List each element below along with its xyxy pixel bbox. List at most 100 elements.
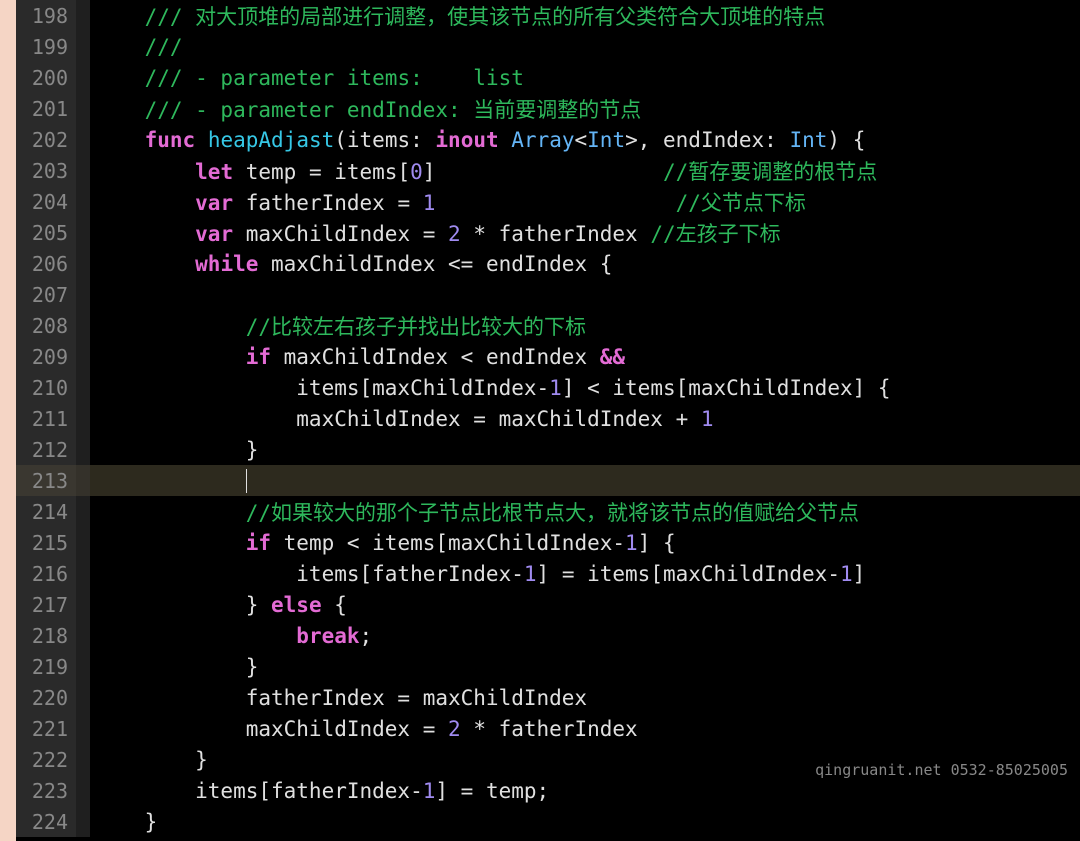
line-content[interactable]: if maxChildIndex < endIndex && <box>90 345 625 369</box>
line-number: 216 <box>16 558 76 589</box>
line-number: 222 <box>16 744 76 775</box>
line-content[interactable]: //如果较大的那个子节点比根节点大，就将该节点的值赋给父节点 <box>90 497 859 527</box>
line-content[interactable]: items[maxChildIndex-1] < items[maxChildI… <box>90 376 891 400</box>
fold-gutter[interactable] <box>76 682 90 713</box>
line-content[interactable]: } <box>90 810 157 834</box>
code-line[interactable]: 204 var fatherIndex = 1 //父节点下标 <box>16 186 1080 217</box>
code-token <box>94 315 246 339</box>
fold-gutter[interactable] <box>76 341 90 372</box>
line-content[interactable]: /// - parameter endIndex: 当前要调整的节点 <box>90 94 641 124</box>
code-area[interactable]: 198 /// 对大顶堆的局部进行调整，使其该节点的所有父类符合大顶堆的特点19… <box>16 0 1080 841</box>
fold-gutter[interactable] <box>76 403 90 434</box>
fold-gutter[interactable] <box>76 155 90 186</box>
line-content[interactable]: /// 对大顶堆的局部进行调整，使其该节点的所有父类符合大顶堆的特点 <box>90 1 825 31</box>
code-line[interactable]: 221 maxChildIndex = 2 * fatherIndex <box>16 713 1080 744</box>
code-token: /// <box>145 35 183 59</box>
code-token: fatherIndex = maxChildIndex <box>94 686 587 710</box>
fold-gutter[interactable] <box>76 744 90 775</box>
code-line[interactable]: 215 if temp < items[maxChildIndex-1] { <box>16 527 1080 558</box>
fold-gutter[interactable] <box>76 93 90 124</box>
code-token: items[maxChildIndex- <box>94 376 549 400</box>
code-line[interactable]: 216 items[fatherIndex-1] = items[maxChil… <box>16 558 1080 589</box>
line-content[interactable]: } <box>90 438 258 462</box>
fold-gutter[interactable] <box>76 279 90 310</box>
code-line[interactable]: 207 <box>16 279 1080 310</box>
fold-gutter[interactable] <box>76 0 90 31</box>
fold-gutter[interactable] <box>76 620 90 651</box>
line-content[interactable]: if temp < items[maxChildIndex-1] { <box>90 531 676 555</box>
line-number: 202 <box>16 124 76 155</box>
code-line[interactable]: 198 /// 对大顶堆的局部进行调整，使其该节点的所有父类符合大顶堆的特点 <box>16 0 1080 31</box>
code-line[interactable]: 224 } <box>16 806 1080 837</box>
line-content[interactable]: maxChildIndex = 2 * fatherIndex <box>90 717 638 741</box>
code-line[interactable]: 203 let temp = items[0] //暂存要调整的根节点 <box>16 155 1080 186</box>
fold-gutter[interactable] <box>76 31 90 62</box>
fold-gutter[interactable] <box>76 248 90 279</box>
line-content[interactable]: items[fatherIndex-1] = temp; <box>90 779 549 803</box>
code-token: items[fatherIndex- <box>94 779 423 803</box>
fold-gutter[interactable] <box>76 589 90 620</box>
fold-gutter[interactable] <box>76 372 90 403</box>
code-line[interactable]: 217 } else { <box>16 589 1080 620</box>
fold-gutter[interactable] <box>76 651 90 682</box>
code-token: } <box>94 810 157 834</box>
fold-gutter[interactable] <box>76 62 90 93</box>
line-content[interactable]: /// <box>90 35 183 59</box>
line-content[interactable]: break; <box>90 624 372 648</box>
line-content[interactable]: var maxChildIndex = 2 * fatherIndex //左孩… <box>90 218 781 248</box>
code-token: 0 <box>410 160 423 184</box>
line-content[interactable]: /// - parameter items: list <box>90 66 524 90</box>
line-content[interactable]: var fatherIndex = 1 //父节点下标 <box>90 187 806 217</box>
fold-gutter[interactable] <box>76 217 90 248</box>
line-content[interactable]: func heapAdjast(items: inout Array<Int>,… <box>90 128 865 152</box>
code-token: maxChildIndex = maxChildIndex + <box>94 407 701 431</box>
code-line[interactable]: 209 if maxChildIndex < endIndex && <box>16 341 1080 372</box>
fold-gutter[interactable] <box>76 310 90 341</box>
line-content[interactable]: } <box>90 748 208 772</box>
line-content[interactable]: items[fatherIndex-1] = items[maxChildInd… <box>90 562 865 586</box>
code-token: /// - parameter items: list <box>145 66 524 90</box>
fold-gutter[interactable] <box>76 775 90 806</box>
line-content[interactable]: let temp = items[0] //暂存要调整的根节点 <box>90 156 877 186</box>
code-line[interactable]: 206 while maxChildIndex <= endIndex { <box>16 248 1080 279</box>
code-line[interactable]: 211 maxChildIndex = maxChildIndex + 1 <box>16 403 1080 434</box>
code-line[interactable]: 199 /// <box>16 31 1080 62</box>
code-token: if <box>246 345 271 369</box>
code-line[interactable]: 223 items[fatherIndex-1] = temp; <box>16 775 1080 806</box>
fold-gutter[interactable] <box>76 124 90 155</box>
code-token: while <box>195 252 258 276</box>
code-line[interactable]: 218 break; <box>16 620 1080 651</box>
line-content[interactable]: maxChildIndex = maxChildIndex + 1 <box>90 407 714 431</box>
code-line[interactable]: 202 func heapAdjast(items: inout Array<I… <box>16 124 1080 155</box>
line-content[interactable]: } else { <box>90 593 347 617</box>
line-content[interactable]: while maxChildIndex <= endIndex { <box>90 252 612 276</box>
line-content[interactable]: //比较左右孩子并找出比较大的下标 <box>90 311 586 341</box>
code-line[interactable]: 208 //比较左右孩子并找出比较大的下标 <box>16 310 1080 341</box>
line-content[interactable]: fatherIndex = maxChildIndex <box>90 686 587 710</box>
code-line[interactable]: 220 fatherIndex = maxChildIndex <box>16 682 1080 713</box>
watermark-text: qingruanit.net 0532-85025005 <box>815 761 1068 779</box>
fold-gutter[interactable] <box>76 558 90 589</box>
line-number: 221 <box>16 713 76 744</box>
fold-gutter[interactable] <box>76 527 90 558</box>
code-token: //如果较大的那个子节点比根节点大，就将该节点的值赋给父节点 <box>246 501 859 525</box>
code-line[interactable]: 219 } <box>16 651 1080 682</box>
code-line[interactable]: 213 <box>16 465 1080 496</box>
code-line[interactable]: 214 //如果较大的那个子节点比根节点大，就将该节点的值赋给父节点 <box>16 496 1080 527</box>
fold-gutter[interactable] <box>76 465 90 496</box>
line-content[interactable] <box>90 468 247 493</box>
fold-gutter[interactable] <box>76 713 90 744</box>
code-line[interactable]: 210 items[maxChildIndex-1] < items[maxCh… <box>16 372 1080 403</box>
fold-gutter[interactable] <box>76 186 90 217</box>
line-content[interactable]: } <box>90 655 258 679</box>
fold-gutter[interactable] <box>76 434 90 465</box>
line-number: 214 <box>16 496 76 527</box>
fold-gutter[interactable] <box>76 806 90 837</box>
code-line[interactable]: 201 /// - parameter endIndex: 当前要调整的节点 <box>16 93 1080 124</box>
fold-gutter[interactable] <box>76 496 90 527</box>
code-line[interactable]: 205 var maxChildIndex = 2 * fatherIndex … <box>16 217 1080 248</box>
code-token <box>499 128 512 152</box>
code-token: var <box>195 191 233 215</box>
code-line[interactable]: 200 /// - parameter items: list <box>16 62 1080 93</box>
code-line[interactable]: 212 } <box>16 434 1080 465</box>
